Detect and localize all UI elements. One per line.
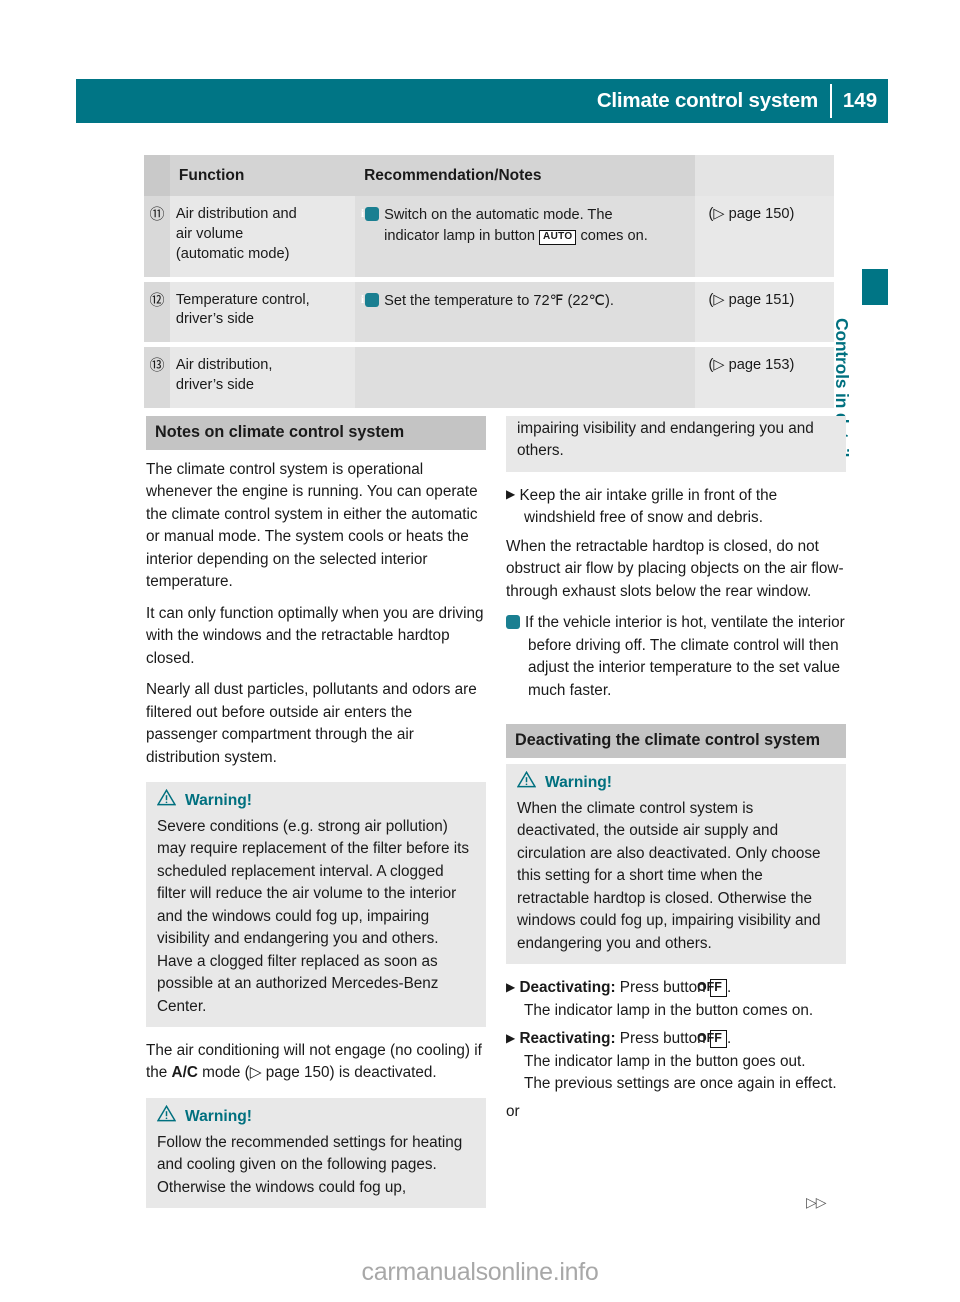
row-page-reference[interactable]: (▷ page 150)	[708, 206, 794, 222]
row-function-line: driver’s side	[175, 311, 255, 328]
paragraph: The climate control system is operationa…	[146, 460, 478, 591]
paragraph: It can only function optimally when you …	[146, 604, 484, 667]
table-header-notes: Recommendation/Notes	[355, 155, 696, 196]
right-column: impairing visibility and endangering you…	[506, 416, 846, 1124]
row-number: ⑬	[149, 357, 165, 375]
table-header-row: Function Recommendation/Notes	[144, 155, 834, 196]
chapter-tab-marker	[862, 269, 888, 305]
page-number: 149	[842, 88, 878, 112]
row-note-text: indicator lamp in button	[384, 227, 535, 244]
page-header: Climate control system 149	[76, 79, 888, 123]
warning-triangle-icon	[156, 1104, 177, 1130]
row-function-line: Temperature control,	[175, 291, 310, 308]
warning-title: Warning!	[185, 1107, 252, 1125]
table-row: ⑫ Temperature control, driver’s side Set…	[144, 281, 834, 343]
warning-heading: Warning!	[516, 770, 836, 796]
paragraph: Nearly all dust particles, pollutants an…	[146, 681, 477, 766]
warning-body-continued: impairing visibility and endangering you…	[517, 420, 814, 460]
step-result: The indicator lamp in the button goes ou…	[524, 1052, 806, 1070]
table-header-num	[144, 155, 170, 196]
info-icon	[365, 291, 380, 308]
ac-mode-label: A/C	[171, 1064, 198, 1082]
info-icon	[506, 613, 520, 630]
row-page-reference[interactable]: (▷ page 151)	[708, 292, 794, 308]
off-button-glyph: OFF	[697, 979, 727, 998]
table-row: ⑬ Air distribution, driver’s side (▷ pag…	[144, 347, 834, 408]
warning-heading: Warning!	[156, 1104, 476, 1130]
warning-box-continuation: impairing visibility and endangering you…	[506, 416, 846, 472]
warning-triangle-icon	[516, 770, 537, 796]
function-recommendation-table: Function Recommendation/Notes ⑪ Air dist…	[144, 155, 834, 408]
step-label: Deactivating:	[519, 979, 616, 997]
section-heading-notes: Notes on climate control system	[146, 416, 486, 450]
table-header-function: Function	[169, 155, 356, 196]
warning-triangle-icon	[156, 788, 177, 814]
info-note: If the vehicle interior is hot, ventilat…	[506, 612, 846, 702]
row-page-reference[interactable]: (▷ page 153)	[708, 357, 794, 373]
row-note-text: Switch on the automatic mode. The	[384, 207, 613, 223]
row-function-line: driver’s side	[175, 377, 255, 394]
row-function-line: air volume	[175, 225, 244, 242]
warning-box: Warning! Follow the recommended settings…	[146, 1097, 486, 1209]
warning-body: When the climate control system is deact…	[517, 799, 821, 952]
left-column: Notes on climate control system The clim…	[146, 416, 486, 1209]
warning-title: Warning!	[545, 774, 612, 792]
warning-title: Warning!	[185, 792, 252, 810]
or-connector: or	[506, 1103, 520, 1121]
step-text: Press button	[615, 1030, 710, 1048]
row-note-text: Set the temperature to 72℉ (22℃).	[384, 292, 614, 309]
row-function-line: Air distribution and	[175, 206, 297, 222]
step-reactivating: ▶ Reactivating: Press button OFF. The in…	[506, 1028, 846, 1095]
site-watermark: carmanualsonline.info	[361, 1258, 599, 1286]
info-icon	[365, 205, 380, 222]
warning-body: Severe conditions (e.g. strong air pollu…	[157, 817, 470, 1015]
paragraph: When the retractable hardtop is closed, …	[506, 537, 844, 600]
bullet-triangle-icon: ▶	[506, 979, 516, 994]
row-note: Set the temperature to 72℉ (22℃).	[365, 291, 685, 312]
paragraph-text: mode (▷ page 150) is deactivated.	[197, 1064, 437, 1082]
warning-box: Warning! Severe conditions (e.g. strong …	[146, 782, 486, 1027]
page-title: Climate control system	[596, 88, 818, 112]
off-button-glyph: OFF	[697, 1030, 727, 1049]
row-number: ⑫	[149, 291, 165, 309]
auto-button-glyph: AUTO	[539, 229, 577, 245]
row-number: ⑪	[149, 206, 165, 223]
step-result: The indicator lamp in the button comes o…	[524, 1001, 814, 1019]
warning-box: Warning! When the climate control system…	[506, 764, 846, 965]
row-function-line: (automatic mode)	[175, 245, 290, 262]
info-note-text: If the vehicle interior is hot, ventilat…	[525, 614, 845, 699]
paragraph-ac-mode: The air conditioning will not engage (no…	[146, 1040, 486, 1085]
instruction-bullet: ▶ Keep the air intake grille in front of…	[506, 485, 846, 530]
step-label: Reactivating:	[519, 1030, 616, 1048]
step-deactivating: ▶ Deactivating: Press button OFF. The in…	[506, 977, 846, 1022]
warning-heading: Warning!	[156, 788, 476, 814]
section-heading-deactivating: Deactivating the climate control system	[506, 724, 846, 759]
bullet-triangle-icon: ▶	[506, 487, 516, 502]
warning-body: Follow the recommended settings for heat…	[157, 1133, 463, 1196]
step-text: Press button	[615, 979, 710, 997]
bullet-text: Keep the air intake grille in front of t…	[519, 486, 778, 527]
row-note: Switch on the automatic mode. The indicat…	[365, 205, 685, 246]
table-row: ⑪ Air distribution and air volume (autom…	[144, 196, 834, 277]
step-result: The previous settings are once again in …	[524, 1075, 837, 1092]
table-header-ref	[695, 155, 834, 196]
step-text: .	[726, 1030, 732, 1048]
next-page-arrow-icon[interactable]: ▷▷	[806, 1194, 827, 1211]
bullet-triangle-icon: ▶	[506, 1030, 516, 1045]
step-text: .	[726, 979, 732, 997]
row-function-line: Air distribution,	[175, 357, 273, 374]
row-note-text: comes on.	[580, 227, 648, 244]
